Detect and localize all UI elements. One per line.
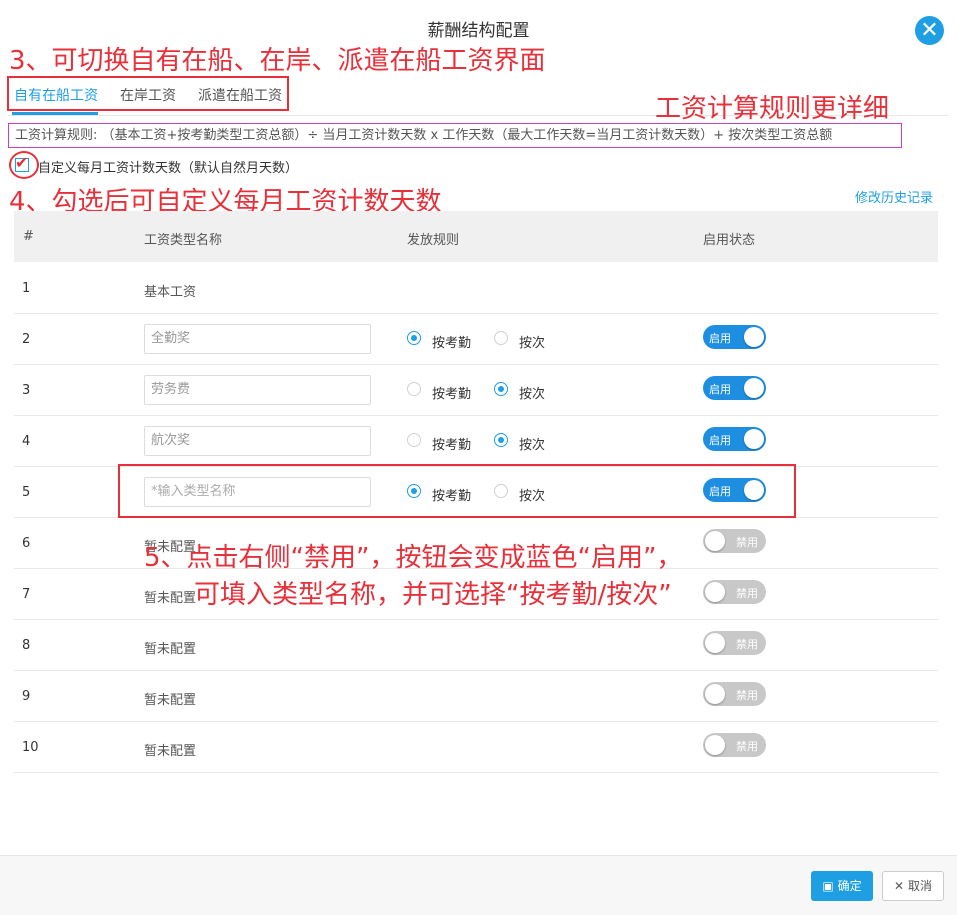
type-name-text: 基本工资 — [144, 285, 197, 300]
type-name-text: 暂未配置 — [144, 591, 197, 606]
row-divider — [14, 721, 938, 722]
radio-per-trip-label: 按次 — [519, 387, 546, 402]
cancel-button[interactable]: ✕ 取消 — [882, 871, 944, 901]
toggle-knob — [744, 327, 764, 347]
radio-per-trip[interactable] — [494, 331, 508, 345]
type-name-text: 暂未配置 — [144, 744, 197, 759]
custom-days-label: 自定义每月工资计数天数（默认自然月天数） — [38, 161, 299, 176]
row-index: 4 — [22, 434, 31, 449]
toggle-label: 启用 — [709, 332, 731, 345]
toggle-label: 启用 — [709, 383, 731, 396]
annotation-tabs: 3、可切换自有在船、在岸、派遣在船工资界面 — [9, 46, 546, 76]
toggle-knob — [744, 429, 764, 449]
radio-per-trip[interactable] — [494, 433, 508, 447]
toggle-label: 禁用 — [736, 587, 758, 600]
radio-per-trip-label: 按次 — [519, 336, 546, 351]
row-divider — [14, 364, 938, 365]
row-index: 10 — [22, 740, 39, 755]
annotation-toggle-line2: 可填入类型名称，并可选择“按考勤/按次” — [194, 580, 672, 610]
radio-attendance-label: 按考勤 — [432, 438, 472, 453]
header-index: # — [23, 229, 34, 244]
toggle-knob — [705, 684, 725, 704]
row-index: 2 — [22, 332, 31, 347]
toggle-label: 启用 — [709, 434, 731, 447]
row-index: 7 — [22, 587, 31, 602]
row-index: 8 — [22, 638, 31, 653]
row-divider — [14, 313, 938, 314]
type-name-input[interactable]: 航次奖 — [144, 426, 371, 456]
toggle-knob — [705, 582, 725, 602]
tab-own-ship-salary[interactable]: 自有在船工资 — [14, 85, 98, 105]
checkmark-icon: ✔ — [15, 153, 29, 172]
confirm-button[interactable]: ▣ 确定 — [811, 871, 873, 901]
annotation-row5-box — [118, 464, 796, 518]
row-index: 9 — [22, 689, 31, 704]
confirm-label: 确定 — [837, 879, 862, 893]
toggle-label: 禁用 — [736, 638, 758, 651]
radio-attendance-label: 按考勤 — [432, 387, 472, 402]
history-link[interactable]: 修改历史记录 — [855, 187, 933, 206]
dialog-title: 薪酬结构配置 — [427, 21, 530, 41]
type-name-text: 暂未配置 — [144, 693, 197, 708]
type-name-text: 暂未配置 — [144, 642, 197, 657]
x-icon: ✕ — [894, 879, 905, 893]
header-type-name: 工资类型名称 — [144, 233, 223, 248]
tab-dispatch-ship-salary[interactable]: 派遣在船工资 — [198, 85, 282, 105]
tab-onshore-salary[interactable]: 在岸工资 — [120, 85, 176, 105]
row-index: 1 — [22, 281, 31, 296]
save-icon: ▣ — [822, 879, 834, 893]
type-name-input[interactable]: 全勤奖 — [144, 324, 371, 354]
toggle-knob — [744, 378, 764, 398]
row-divider — [14, 772, 938, 773]
header-status: 启用状态 — [703, 233, 756, 248]
toggle-label: 禁用 — [736, 536, 758, 549]
radio-per-trip-label: 按次 — [519, 438, 546, 453]
toggle-knob — [705, 735, 725, 755]
row-index: 6 — [22, 536, 31, 551]
row-divider — [14, 415, 938, 416]
row-divider — [14, 619, 938, 620]
cancel-label: 取消 — [907, 879, 932, 893]
annotation-rule: 工资计算规则更详细 — [655, 94, 890, 124]
toggle-label: 禁用 — [736, 740, 758, 753]
radio-per-trip[interactable] — [494, 382, 508, 396]
radio-attendance[interactable] — [407, 382, 421, 396]
toggle-label: 禁用 — [736, 689, 758, 702]
salary-rule-text: 工资计算规则: （基本工资+按考勤类型工资总额）÷ 当月工资计数天数 x 工作天… — [8, 123, 902, 148]
row-divider — [14, 670, 938, 671]
close-icon[interactable]: ✕ — [915, 16, 944, 45]
toggle-knob — [705, 531, 725, 551]
radio-attendance[interactable] — [407, 433, 421, 447]
radio-attendance[interactable] — [407, 331, 421, 345]
radio-attendance-label: 按考勤 — [432, 336, 472, 351]
row-index: 3 — [22, 383, 31, 398]
toggle-knob — [705, 633, 725, 653]
header-rule: 发放规则 — [407, 233, 460, 248]
annotation-toggle-line1: 5、点击右侧“禁用”，按钮会变成蓝色“启用”， — [144, 543, 683, 573]
row-index: 5 — [22, 485, 31, 500]
type-name-input[interactable]: 劳务费 — [144, 375, 371, 405]
